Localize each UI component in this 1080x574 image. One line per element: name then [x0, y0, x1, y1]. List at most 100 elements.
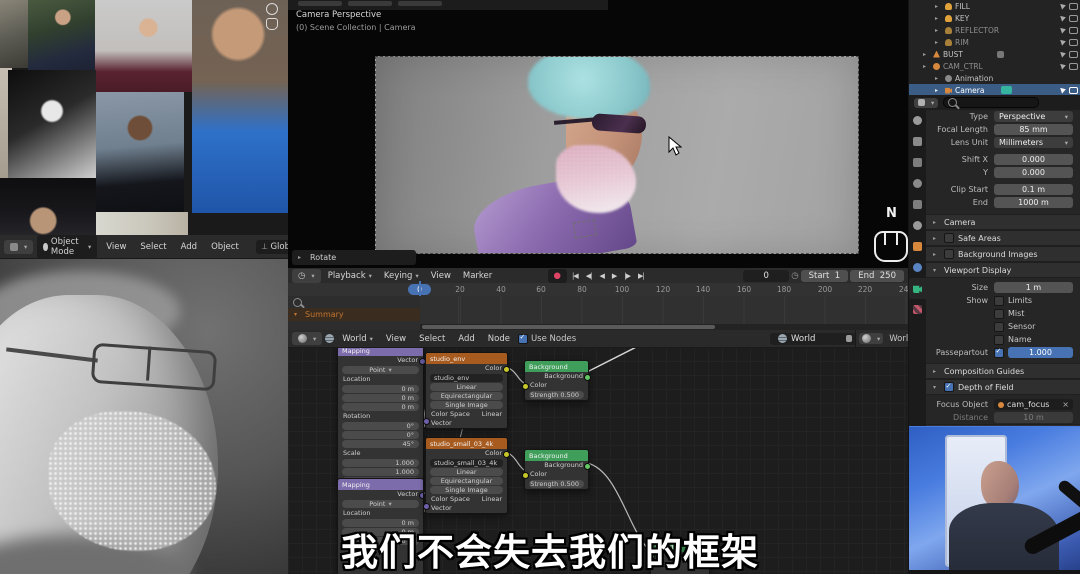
use-nodes-checkbox[interactable]	[517, 333, 528, 344]
hide-viewport-icon[interactable]	[1069, 62, 1078, 70]
node-mapping[interactable]: Mapping Vector Point Location 0 m 0 m 0 …	[337, 344, 426, 487]
safe-areas-checkbox[interactable]	[944, 233, 954, 243]
section-viewport-display[interactable]: ▾ Viewport Display	[926, 262, 1080, 278]
colorspace-value[interactable]: Linear	[482, 410, 502, 419]
mapping-type-select[interactable]: Point	[342, 366, 419, 374]
projection-select[interactable]: Equirectangular	[430, 392, 503, 400]
node-header[interactable]: Background	[525, 361, 588, 372]
rotation-x-field[interactable]: 0°	[342, 422, 419, 430]
vector-output-socket[interactable]	[419, 492, 423, 499]
prev-keyframe-button[interactable]: ◀|	[582, 271, 595, 280]
search-icon[interactable]	[293, 297, 302, 307]
play-reverse-button[interactable]: ◀	[596, 271, 607, 280]
mist-checkbox[interactable]	[994, 308, 1004, 319]
vector-input-socket[interactable]	[423, 418, 430, 425]
node-background[interactable]: Background Background Color Strength 0.5…	[522, 360, 591, 401]
node-header[interactable]: Mapping	[338, 479, 423, 490]
section-safe-areas[interactable]: ▸ Safe Areas	[926, 230, 1080, 246]
tab-view-layer[interactable]	[909, 173, 926, 194]
location-x-field[interactable]: 0 m	[342, 385, 419, 393]
rotation-z-field[interactable]: 45°	[342, 440, 419, 448]
size-field[interactable]: 1 m	[994, 282, 1073, 293]
image-datablock-field[interactable]: studio_small_03_4k	[430, 459, 503, 467]
source-select[interactable]: Single Image	[430, 486, 503, 494]
shader-type-select[interactable]: World	[337, 332, 378, 346]
camera-viewport[interactable]: Camera Perspective (0) Scene Collection …	[288, 0, 908, 268]
menu-view[interactable]: View	[101, 240, 131, 254]
menu-select[interactable]: Select	[414, 332, 450, 346]
menu-object[interactable]: Object	[206, 240, 244, 254]
interpolation-select[interactable]: Linear	[430, 468, 503, 476]
menu-select[interactable]: Select	[135, 240, 171, 254]
focus-object-field[interactable]: cam_focus ×	[994, 399, 1073, 410]
outliner-row-key[interactable]: ▸ KEY	[909, 12, 1080, 24]
menu-add[interactable]: Add	[176, 240, 202, 254]
select-icon[interactable]	[1060, 26, 1067, 34]
menu-marker[interactable]: Marker	[458, 269, 497, 283]
menu-view[interactable]: View	[381, 332, 411, 346]
properties-search-field[interactable]	[943, 97, 1040, 108]
section-composition-guides[interactable]: ▸ Composition Guides	[926, 363, 1080, 379]
outliner-row-bust[interactable]: ▸ BUST	[909, 48, 1080, 60]
timeline-editor[interactable]: ◷ Playback Keying View Marker ● |◀ ◀| ◀ …	[288, 268, 913, 330]
editor-type-icon[interactable]	[4, 239, 34, 254]
node-background[interactable]: Background Background Color Strength 0.5…	[522, 449, 591, 490]
menu-add[interactable]: Add	[453, 332, 479, 346]
scale-x-field[interactable]: 1.000	[342, 459, 419, 467]
select-icon[interactable]	[1060, 86, 1067, 94]
location-z-field[interactable]: 0 m	[342, 403, 419, 411]
color-output-socket[interactable]	[503, 366, 510, 373]
outliner-row-reflector[interactable]: ▸ REFLECTOR	[909, 24, 1080, 36]
clip-start-field[interactable]: 0.1 m	[994, 184, 1073, 195]
background-output-socket[interactable]	[584, 463, 591, 470]
color-input-socket[interactable]	[522, 383, 529, 390]
shift-x-field[interactable]: 0.000	[994, 154, 1073, 165]
menu-keying[interactable]: Keying	[379, 269, 424, 283]
outliner-row-rim[interactable]: ▸ RIM	[909, 36, 1080, 48]
tab-world[interactable]	[909, 215, 926, 236]
colorspace-value[interactable]: Linear	[482, 495, 502, 504]
select-icon[interactable]	[1060, 38, 1067, 46]
tab-physics[interactable]	[909, 257, 926, 278]
tab-texture[interactable]	[909, 299, 926, 320]
frame-end-field[interactable]: End 250	[850, 269, 904, 282]
hide-viewport-icon[interactable]	[1069, 86, 1078, 94]
location-y-field[interactable]: 0 m	[342, 394, 419, 402]
clip-end-field[interactable]: 1000 m	[994, 197, 1073, 208]
hide-viewport-icon[interactable]	[1069, 2, 1078, 10]
summary-channel[interactable]: ▾ Summary	[288, 308, 420, 321]
frame-start-field[interactable]: Start 1	[800, 269, 849, 282]
rotation-y-field[interactable]: 0°	[342, 431, 419, 439]
timeline-editor-type[interactable]: ◷	[292, 268, 321, 283]
tab-scene[interactable]	[909, 194, 926, 215]
color-input-socket[interactable]	[522, 472, 529, 479]
background-output-socket[interactable]	[584, 374, 591, 381]
tab-object[interactable]	[909, 236, 926, 257]
distance-field[interactable]: 10 m	[994, 412, 1073, 423]
outliner-row-fill[interactable]: ▸ FILL	[909, 0, 1080, 12]
dof-checkbox[interactable]	[944, 382, 954, 392]
node-header[interactable]: Background	[525, 450, 588, 461]
play-button[interactable]: ▶	[608, 271, 620, 280]
section-camera[interactable]: ▸ Camera	[926, 214, 1080, 230]
strength-field[interactable]: Strength 0.500	[529, 391, 584, 399]
menu-node[interactable]: Node	[483, 332, 515, 346]
section-background-images[interactable]: ▸ Background Images	[926, 246, 1080, 262]
select-icon[interactable]	[1060, 50, 1067, 58]
background-images-checkbox[interactable]	[944, 249, 954, 259]
transform-orientation-select[interactable]: ⟂Global	[255, 239, 288, 254]
passepartout-slider[interactable]: 1.000	[1008, 347, 1073, 358]
source-select[interactable]: Single Image	[430, 401, 503, 409]
select-icon[interactable]	[1060, 14, 1067, 22]
name-checkbox[interactable]	[994, 334, 1004, 345]
focal-length-field[interactable]: 85 mm	[994, 124, 1073, 135]
current-frame-field[interactable]: 0	[743, 269, 790, 282]
fake-user-shield-icon[interactable]	[845, 335, 852, 342]
node-environment-texture[interactable]: studio_env Color studio_env Linear Equir…	[423, 352, 510, 429]
jump-to-start-button[interactable]: |◀	[568, 271, 581, 280]
shift-y-field[interactable]: 0.000	[994, 167, 1073, 178]
outliner[interactable]: ▸ FILL ▸ KEY ▸ REFLECTOR ▸ RIM ▸ BUST ▸ CAM_CT…	[909, 0, 1080, 95]
mode-select[interactable]: Object Mode	[37, 235, 98, 259]
node-header[interactable]: studio_env	[426, 353, 507, 364]
node-header[interactable]: studio_small_03_4k	[426, 438, 507, 449]
